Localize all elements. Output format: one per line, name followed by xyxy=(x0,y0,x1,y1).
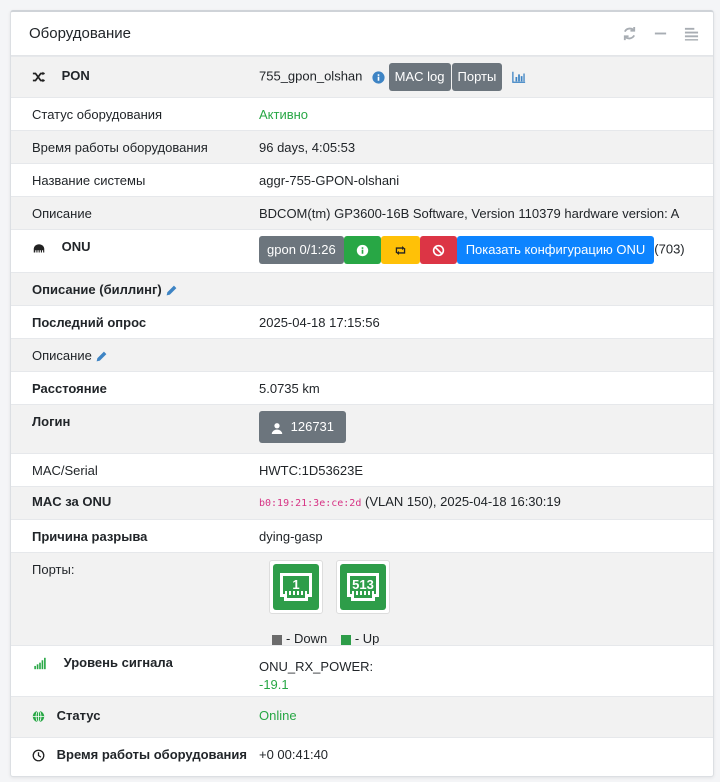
onu-uptime-label: Время работы оборудования xyxy=(32,747,247,762)
ethernet-port-icon: 1 xyxy=(273,564,319,610)
pencil-icon[interactable] xyxy=(95,350,108,363)
sysname-value: aggr-755-GPON-olshani xyxy=(259,173,400,188)
state-row: Статус Online xyxy=(11,696,713,737)
ban-icon xyxy=(432,244,444,257)
onu-reboot-button[interactable] xyxy=(380,236,420,264)
refresh-icon[interactable] xyxy=(622,26,637,41)
signal-value: -19.1 xyxy=(259,677,289,692)
ports-label: Порты: xyxy=(32,562,75,577)
signal-name: ONU_RX_POWER: xyxy=(259,659,374,674)
serial-label: MAC/Serial xyxy=(32,463,98,478)
login-label: Логин xyxy=(32,414,71,429)
uptime-label: Время работы оборудования xyxy=(32,140,208,155)
info-circle-icon xyxy=(356,244,368,257)
mac-value-wrap: b0:19:21:3e:ce:2d (VLAN 150), 2025-04-18… xyxy=(259,494,561,509)
sysname-label: Название системы xyxy=(32,173,146,188)
distance-label: Расстояние xyxy=(32,381,107,396)
legend-down: - Down xyxy=(286,631,328,646)
sysname-row: Название системы aggr-755-GPON-olshani xyxy=(11,163,713,196)
pon-value: 755_gpon_olshan MAC log Порты xyxy=(259,63,526,91)
info-icon[interactable] xyxy=(372,70,385,84)
onu-iface-button[interactable]: gpon 0/1:26 xyxy=(259,236,344,264)
signal-row: Уровень сигнала ONU_RX_POWER: -19.1 xyxy=(11,645,713,696)
signal-icon xyxy=(34,657,46,670)
pencil-icon[interactable] xyxy=(165,284,178,297)
pon-device: 755_gpon_olshan xyxy=(259,68,363,84)
port-1[interactable]: 1 xyxy=(269,560,323,614)
state-value: Online xyxy=(259,708,297,723)
last-poll-label: Последний опрос xyxy=(32,315,147,330)
onu-description-row: Описание xyxy=(11,338,713,371)
login-button[interactable]: 126731 xyxy=(259,411,347,443)
status-row: Статус оборудования Активно xyxy=(11,97,713,130)
reason-value: dying-gasp xyxy=(259,529,323,544)
serial-value: HWTC:1D53623E xyxy=(259,463,364,478)
pon-label: PON xyxy=(32,68,90,84)
onu-uptime-value: +0 00:41:40 xyxy=(259,747,329,762)
onu-info-button[interactable] xyxy=(343,236,381,264)
user-icon xyxy=(271,422,283,434)
legend-up: - Up xyxy=(354,631,380,646)
port-legend: - Down - Up xyxy=(272,631,379,646)
onu-description-label: Описание xyxy=(32,348,108,363)
login-value: 126731 xyxy=(259,411,347,443)
panel-tools xyxy=(622,26,699,41)
status-value: Активно xyxy=(259,107,309,122)
mac-label: MAC за ONU xyxy=(32,494,112,509)
equipment-panel: Оборудование PON 755_gpon_olshan MAC log… xyxy=(10,10,714,777)
description-row: Описание BDCOM(tm) GP3600-16B Software, … xyxy=(11,196,713,229)
description-value: BDCOM(tm) GP3600-16B Software, Version 1… xyxy=(259,206,680,221)
panel-title: Оборудование xyxy=(29,25,132,42)
reason-row: Причина разрыва dying-gasp xyxy=(11,519,713,552)
billing-label: Описание (биллинг) xyxy=(32,282,178,297)
reason-label: Причина разрыва xyxy=(32,529,148,544)
login-row: Логин 126731 xyxy=(11,404,713,453)
port-513-number: 513 xyxy=(352,577,374,592)
pon-row: PON 755_gpon_olshan MAC log Порты xyxy=(11,56,713,97)
uptime-row: Время работы оборудования 96 days, 4:05:… xyxy=(11,130,713,163)
router-icon xyxy=(33,243,45,253)
ethernet-port-icon: 513 xyxy=(340,564,386,610)
uptime-value: 96 days, 4:05:53 xyxy=(259,140,356,155)
show-onu-config-button[interactable]: Показать конфигурацию ONU xyxy=(456,236,655,264)
last-poll-value: 2025-04-18 17:15:56 xyxy=(259,315,380,330)
legend-up-swatch xyxy=(340,634,351,645)
mac-info: (VLAN 150), 2025-04-18 16:30:19 xyxy=(364,494,561,509)
state-label: Статус xyxy=(32,708,100,723)
onu-uptime-row: Время работы оборудования +0 00:41:40 xyxy=(11,737,713,776)
globe-icon xyxy=(32,710,45,723)
ports-row: Порты: 1 513 - Down - Up xyxy=(11,552,713,646)
panel-header: Оборудование xyxy=(11,12,713,56)
bar-chart-icon[interactable] xyxy=(512,70,526,84)
onu-row: ONU gpon 0/1:26 Показать конфигурацию ONU… xyxy=(11,229,713,272)
mac-log-button[interactable]: MAC log xyxy=(388,63,451,91)
onu-block-button[interactable] xyxy=(419,236,457,264)
mac-value: b0:19:21:3e:ce:2d xyxy=(259,498,362,509)
signal-value-wrap: ONU_RX_POWER: -19.1 xyxy=(259,658,373,694)
legend-down-swatch xyxy=(272,634,282,645)
distance-value: 5.0735 km xyxy=(259,381,320,396)
ports-button[interactable]: Порты xyxy=(451,63,503,91)
shuffle-icon xyxy=(32,71,46,82)
billing-row: Описание (биллинг) xyxy=(11,272,713,305)
port-513[interactable]: 513 xyxy=(336,560,390,614)
menu-icon[interactable] xyxy=(684,26,699,41)
minimize-icon[interactable] xyxy=(653,26,668,41)
mac-row: MAC за ONU b0:19:21:3e:ce:2d (VLAN 150),… xyxy=(11,486,713,519)
distance-row: Расстояние 5.0735 km xyxy=(11,371,713,404)
onu-value: gpon 0/1:26 Показать конфигурацию ONU (703… xyxy=(259,236,685,264)
onu-count: (703) xyxy=(654,241,685,257)
signal-label: Уровень сигнала xyxy=(32,655,173,670)
onu-label: ONU xyxy=(32,239,91,254)
retweet-icon xyxy=(395,246,405,256)
last-poll-row: Последний опрос 2025-04-18 17:15:56 xyxy=(11,305,713,338)
description-label: Описание xyxy=(32,206,92,221)
status-label: Статус оборудования xyxy=(32,107,163,122)
clock-icon xyxy=(32,749,45,762)
serial-row: MAC/Serial HWTC:1D53623E xyxy=(11,453,713,486)
port-1-number: 1 xyxy=(292,577,299,592)
